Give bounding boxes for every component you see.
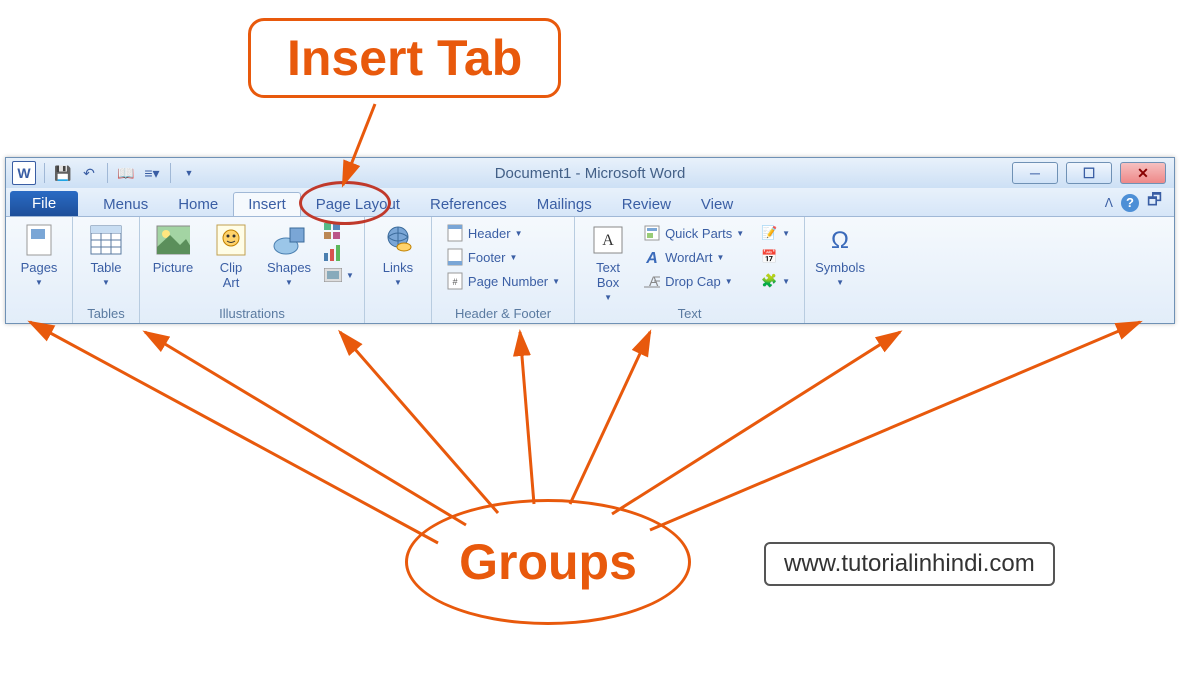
quickparts-button[interactable]: Quick Parts ▼ <box>639 223 748 243</box>
window-restore-icon[interactable]: 🗗 <box>1147 189 1162 216</box>
tab-page-layout[interactable]: Page Layout <box>301 192 415 216</box>
book-icon[interactable]: 📖 <box>116 163 136 183</box>
textbox-icon: A <box>591 223 625 257</box>
tab-menus[interactable]: Menus <box>88 192 163 216</box>
tab-review[interactable]: Review <box>607 192 686 216</box>
header-button[interactable]: Header ▼ <box>442 223 564 243</box>
symbols-button[interactable]: Ω Symbols▼ <box>811 221 869 289</box>
links-button[interactable]: Links▼ <box>371 221 425 289</box>
signature-icon: 📝 <box>760 224 778 242</box>
ribbon-minimize-icon[interactable]: ᐱ <box>1105 196 1113 210</box>
word-logo-icon: W <box>12 161 36 185</box>
chart-button[interactable] <box>320 243 358 263</box>
file-tab[interactable]: File <box>10 191 78 216</box>
wordart-button[interactable]: AWordArt ▼ <box>639 247 748 267</box>
group-tables: Table▼ Tables <box>73 217 140 323</box>
group-text: A Text Box▼ Quick Parts ▼ AWordArt ▼ ADr… <box>575 217 805 323</box>
tab-mailings[interactable]: Mailings <box>522 192 607 216</box>
close-button[interactable]: ✕ <box>1120 162 1166 184</box>
window-title: Document1 - Microsoft Word <box>495 165 686 182</box>
clipart-button[interactable]: Clip Art <box>204 221 258 293</box>
picture-icon <box>156 223 190 257</box>
page-number-icon: # <box>446 272 464 290</box>
footer-icon <box>446 248 464 266</box>
table-button[interactable]: Table▼ <box>79 221 133 289</box>
smartart-button[interactable] <box>320 221 358 241</box>
screenshot-icon <box>324 266 342 284</box>
hyperlink-icon <box>381 223 415 257</box>
chart-icon <box>324 244 342 262</box>
shapes-icon <box>272 223 306 257</box>
titlebar: W 💾 ↶ 📖 ≡▾ ▼ Document1 - Microsoft Word … <box>6 158 1174 188</box>
textbox-button[interactable]: A Text Box▼ <box>581 221 635 304</box>
omega-icon: Ω <box>823 223 857 257</box>
object-icon: 🧩 <box>760 272 778 290</box>
ribbon: Pages▼ Table▼ Tables Picture <box>6 216 1174 323</box>
datetime-button[interactable]: 📅 <box>756 247 794 267</box>
svg-text:A: A <box>645 250 658 265</box>
pages-button[interactable]: Pages▼ <box>12 221 66 289</box>
dropcap-icon: A <box>643 272 661 290</box>
group-pages: Pages▼ <box>6 217 73 323</box>
tab-insert[interactable]: Insert <box>233 192 301 216</box>
tab-references[interactable]: References <box>415 192 522 216</box>
minimize-button[interactable]: ─ <box>1012 162 1058 184</box>
svg-text:#: # <box>452 277 457 287</box>
ribbon-tabs: File Menus Home Insert Page Layout Refer… <box>6 188 1174 216</box>
table-icon <box>89 223 123 257</box>
datetime-icon: 📅 <box>760 248 778 266</box>
maximize-button[interactable]: ☐ <box>1066 162 1112 184</box>
signature-button[interactable]: 📝▼ <box>756 223 794 243</box>
page-icon <box>22 223 56 257</box>
undo-icon[interactable]: ↶ <box>79 163 99 183</box>
picture-button[interactable]: Picture <box>146 221 200 278</box>
wordart-icon: A <box>643 248 661 266</box>
svg-text:A: A <box>602 232 614 249</box>
header-icon <box>446 224 464 242</box>
object-button[interactable]: 🧩▼ <box>756 271 794 291</box>
quickparts-icon <box>643 224 661 242</box>
url-label: www.tutorialinhindi.com <box>764 542 1055 586</box>
footer-button[interactable]: Footer ▼ <box>442 247 564 267</box>
group-links: Links▼ <box>365 217 432 323</box>
group-label-tables: Tables <box>79 304 133 321</box>
callout-groups: Groups <box>405 499 691 625</box>
group-illustrations: Picture Clip Art Shapes▼ ▼ Illustrations <box>140 217 365 323</box>
smartart-icon <box>324 222 342 240</box>
tab-view[interactable]: View <box>686 192 748 216</box>
group-label-headerfooter: Header & Footer <box>438 304 568 321</box>
save-icon[interactable]: 💾 <box>53 163 73 183</box>
page-number-button[interactable]: #Page Number ▼ <box>442 271 564 291</box>
shapes-button[interactable]: Shapes▼ <box>262 221 316 289</box>
dropcap-button[interactable]: ADrop Cap ▼ <box>639 271 748 291</box>
tab-home[interactable]: Home <box>163 192 233 216</box>
group-label-illustrations: Illustrations <box>146 304 358 321</box>
word-window: W 💾 ↶ 📖 ≡▾ ▼ Document1 - Microsoft Word … <box>5 157 1175 324</box>
group-label-text: Text <box>581 304 798 321</box>
callout-insert-tab: Insert Tab <box>248 18 561 98</box>
group-header-footer: Header ▼ Footer ▼ #Page Number ▼ Header … <box>432 217 575 323</box>
help-icon[interactable]: ? <box>1121 194 1139 212</box>
list-icon[interactable]: ≡▾ <box>142 163 162 183</box>
screenshot-button[interactable]: ▼ <box>320 265 358 285</box>
group-symbols: Ω Symbols▼ <box>805 217 875 323</box>
qat-dropdown-icon[interactable]: ▼ <box>179 163 199 183</box>
svg-text:Ω: Ω <box>831 227 849 254</box>
clipart-icon <box>214 223 248 257</box>
